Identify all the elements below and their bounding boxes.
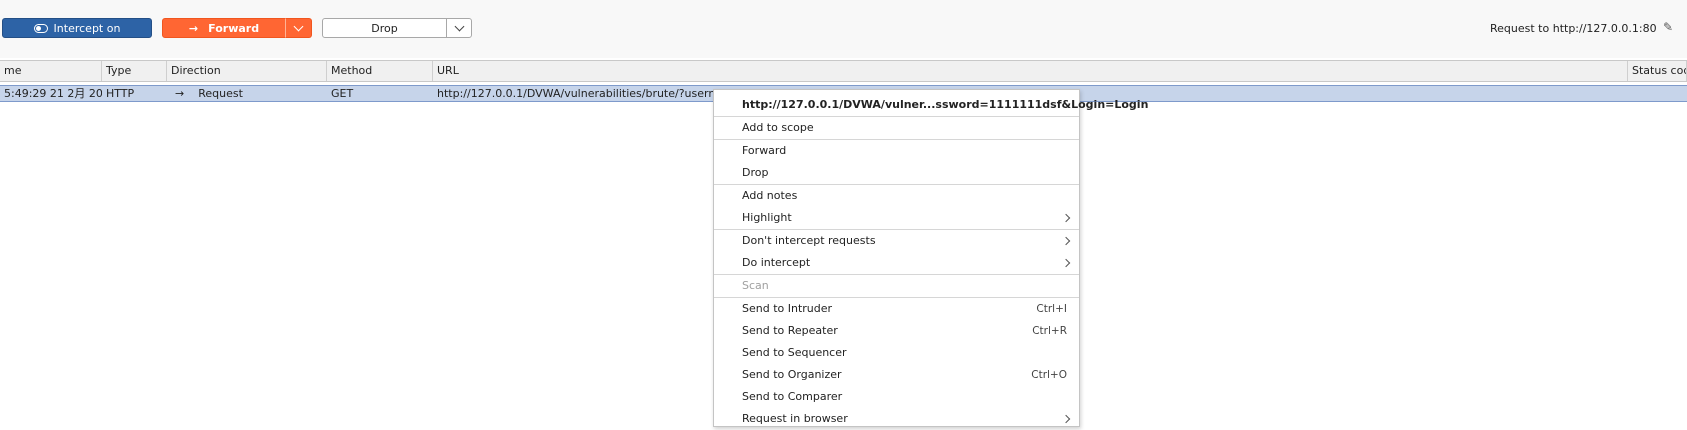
row-time: 5:49:29 21 2月 2025 [4, 87, 102, 100]
chevron-right-icon [1061, 236, 1071, 246]
column-header-method[interactable]: Method [327, 61, 433, 81]
menu-item-add-to-scope[interactable]: Add to scope [714, 117, 1079, 139]
menu-item-send-to-repeater-label: Send to Repeater [742, 324, 838, 337]
proxy-toolbar: Intercept on → Forward Drop Request to h… [0, 0, 1687, 58]
menu-item-send-to-intruder-label: Send to Intruder [742, 302, 833, 315]
menu-item-send-to-repeater[interactable]: Send to Repeater Ctrl+R [714, 320, 1079, 342]
menu-item-highlight-label: Highlight [742, 211, 792, 224]
menu-item-highlight[interactable]: Highlight [714, 207, 1079, 229]
chevron-right-icon [1061, 258, 1071, 268]
forward-label: Forward [208, 21, 260, 35]
chevron-right-icon [1061, 414, 1071, 424]
drop-label: Drop [371, 21, 398, 35]
menu-item-dont-intercept-label: Don't intercept requests [742, 234, 876, 247]
column-header-status[interactable]: Status code [1628, 61, 1687, 81]
drop-options-button[interactable] [446, 18, 472, 38]
request-target-label: Request to http://127.0.0.1:80 [1490, 22, 1657, 35]
menu-item-drop[interactable]: Drop [714, 162, 1079, 184]
row-method: GET [331, 87, 354, 100]
column-header-url[interactable]: URL [433, 61, 1628, 81]
column-header-direction[interactable]: Direction [167, 61, 327, 81]
shortcut-intruder: Ctrl+I [1036, 303, 1067, 315]
forward-button[interactable]: → Forward [162, 18, 286, 38]
menu-item-forward[interactable]: Forward [714, 140, 1079, 162]
menu-item-do-intercept-label: Do intercept [742, 256, 811, 269]
intercept-label: Intercept on [53, 21, 121, 35]
column-header-time[interactable]: me [0, 61, 102, 81]
arrow-right-icon: → [175, 87, 185, 100]
chevron-down-icon [293, 21, 304, 32]
menu-item-send-to-intruder[interactable]: Send to Intruder Ctrl+I [714, 298, 1079, 320]
menu-item-do-intercept[interactable]: Do intercept [714, 252, 1079, 274]
row-status [1628, 86, 1687, 101]
menu-item-send-to-organizer-label: Send to Organizer [742, 368, 842, 381]
drop-button[interactable]: Drop [322, 18, 447, 38]
menu-item-send-to-sequencer[interactable]: Send to Sequencer [714, 342, 1079, 364]
context-menu: http://127.0.0.1/DVWA/vulner...ssword=11… [713, 89, 1149, 427]
arrow-right-icon: → [188, 21, 199, 35]
shortcut-organizer: Ctrl+O [1031, 369, 1067, 381]
menu-item-add-notes[interactable]: Add notes [714, 185, 1079, 207]
menu-title-url: http://127.0.0.1/DVWA/vulner...ssword=11… [742, 98, 1149, 111]
intercept-toggle-button[interactable]: Intercept on [2, 18, 152, 38]
menu-item-send-to-comparer[interactable]: Send to Comparer [714, 386, 1079, 408]
chevron-down-icon [454, 21, 464, 32]
pencil-icon[interactable]: ✎ [1663, 20, 1673, 34]
row-direction: → Request [167, 86, 327, 101]
row-direction-label: Request [198, 87, 243, 100]
shortcut-repeater: Ctrl+R [1032, 325, 1067, 337]
column-header-type[interactable]: Type [102, 61, 167, 81]
toggle-icon [33, 23, 48, 33]
row-type: HTTP [106, 87, 135, 100]
menu-item-request-in-browser-label: Request in browser [742, 412, 848, 425]
menu-item-dont-intercept[interactable]: Don't intercept requests [714, 230, 1079, 252]
forward-options-button[interactable] [285, 18, 312, 38]
menu-item-send-to-organizer[interactable]: Send to Organizer Ctrl+O [714, 364, 1079, 386]
chevron-right-icon [1061, 213, 1071, 223]
table-header: me Type Direction Method URL Status code [0, 60, 1687, 82]
menu-item-scan: Scan [742, 279, 769, 292]
